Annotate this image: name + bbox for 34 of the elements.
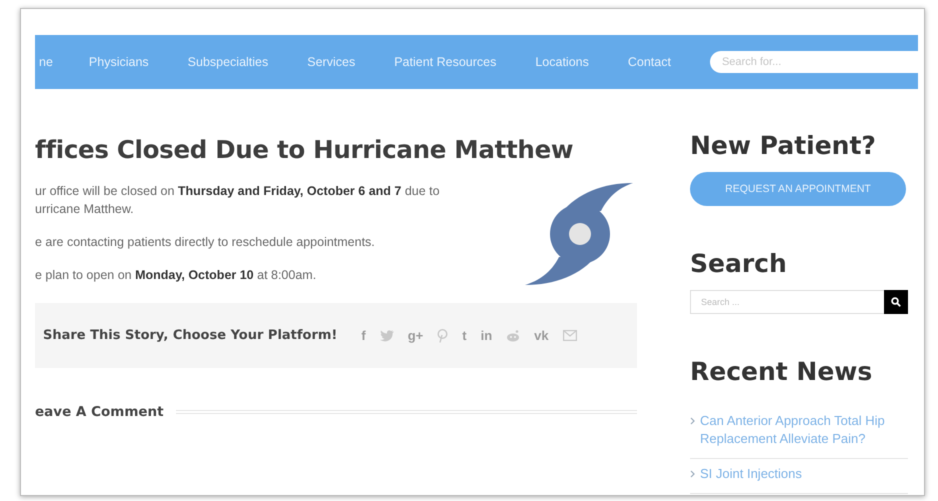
mail-icon xyxy=(562,330,577,341)
search-field[interactable]: Search for... xyxy=(710,51,918,73)
share-link[interactable]: vk xyxy=(534,328,549,343)
share-link[interactable]: t xyxy=(462,328,467,343)
share-link[interactable]: f xyxy=(361,328,366,343)
share-link[interactable]: g+ xyxy=(408,328,424,343)
chevron-icon xyxy=(690,417,695,425)
chevron-icon xyxy=(690,470,695,478)
widget-heading: Search xyxy=(690,249,788,278)
nav-link[interactable]: Locations xyxy=(535,55,589,69)
news-link[interactable]: SI Joint Injections xyxy=(700,465,802,483)
nav-link[interactable]: Physicians xyxy=(88,55,149,69)
nav-link[interactable]: ne xyxy=(39,55,53,69)
share-link[interactable]: in xyxy=(480,328,492,343)
widget-heading: New Patient? xyxy=(690,131,877,160)
paragraph: e are contacting patients directly to reschedule appointments. xyxy=(35,234,376,251)
section-heading: eave A Comment xyxy=(35,404,164,420)
news-link[interactable]: Can Anterior Approach Total Hip Replacement Alleviate Pain? xyxy=(700,412,908,448)
search-button[interactable] xyxy=(884,290,908,314)
nav-link[interactable]: Services xyxy=(307,55,356,69)
pin-icon xyxy=(437,328,448,342)
nav-link[interactable]: Subspecialties xyxy=(188,55,268,69)
bird-icon xyxy=(380,330,394,342)
share-label: Share This Story, Choose Your Platform! xyxy=(43,328,338,343)
widget-heading: Recent News xyxy=(690,357,874,386)
search-field[interactable]: Search ... xyxy=(690,290,884,314)
alien-icon xyxy=(506,330,520,342)
paragraph: ur office will be closed on Thursday and Friday, October 6 and 7 due to urricane Matthew. xyxy=(35,183,441,218)
nav-link[interactable]: Patient Resources xyxy=(394,55,496,69)
nav-link[interactable]: Contact xyxy=(628,55,671,69)
appointment-button[interactable]: REQUEST AN APPOINTMENT xyxy=(690,172,906,206)
paragraph: e plan to open on Monday, October 10 at 8:00am. xyxy=(35,267,318,284)
search-icon xyxy=(891,297,901,307)
post-title: ffices Closed Due to Hurricane Matthew xyxy=(35,135,574,164)
